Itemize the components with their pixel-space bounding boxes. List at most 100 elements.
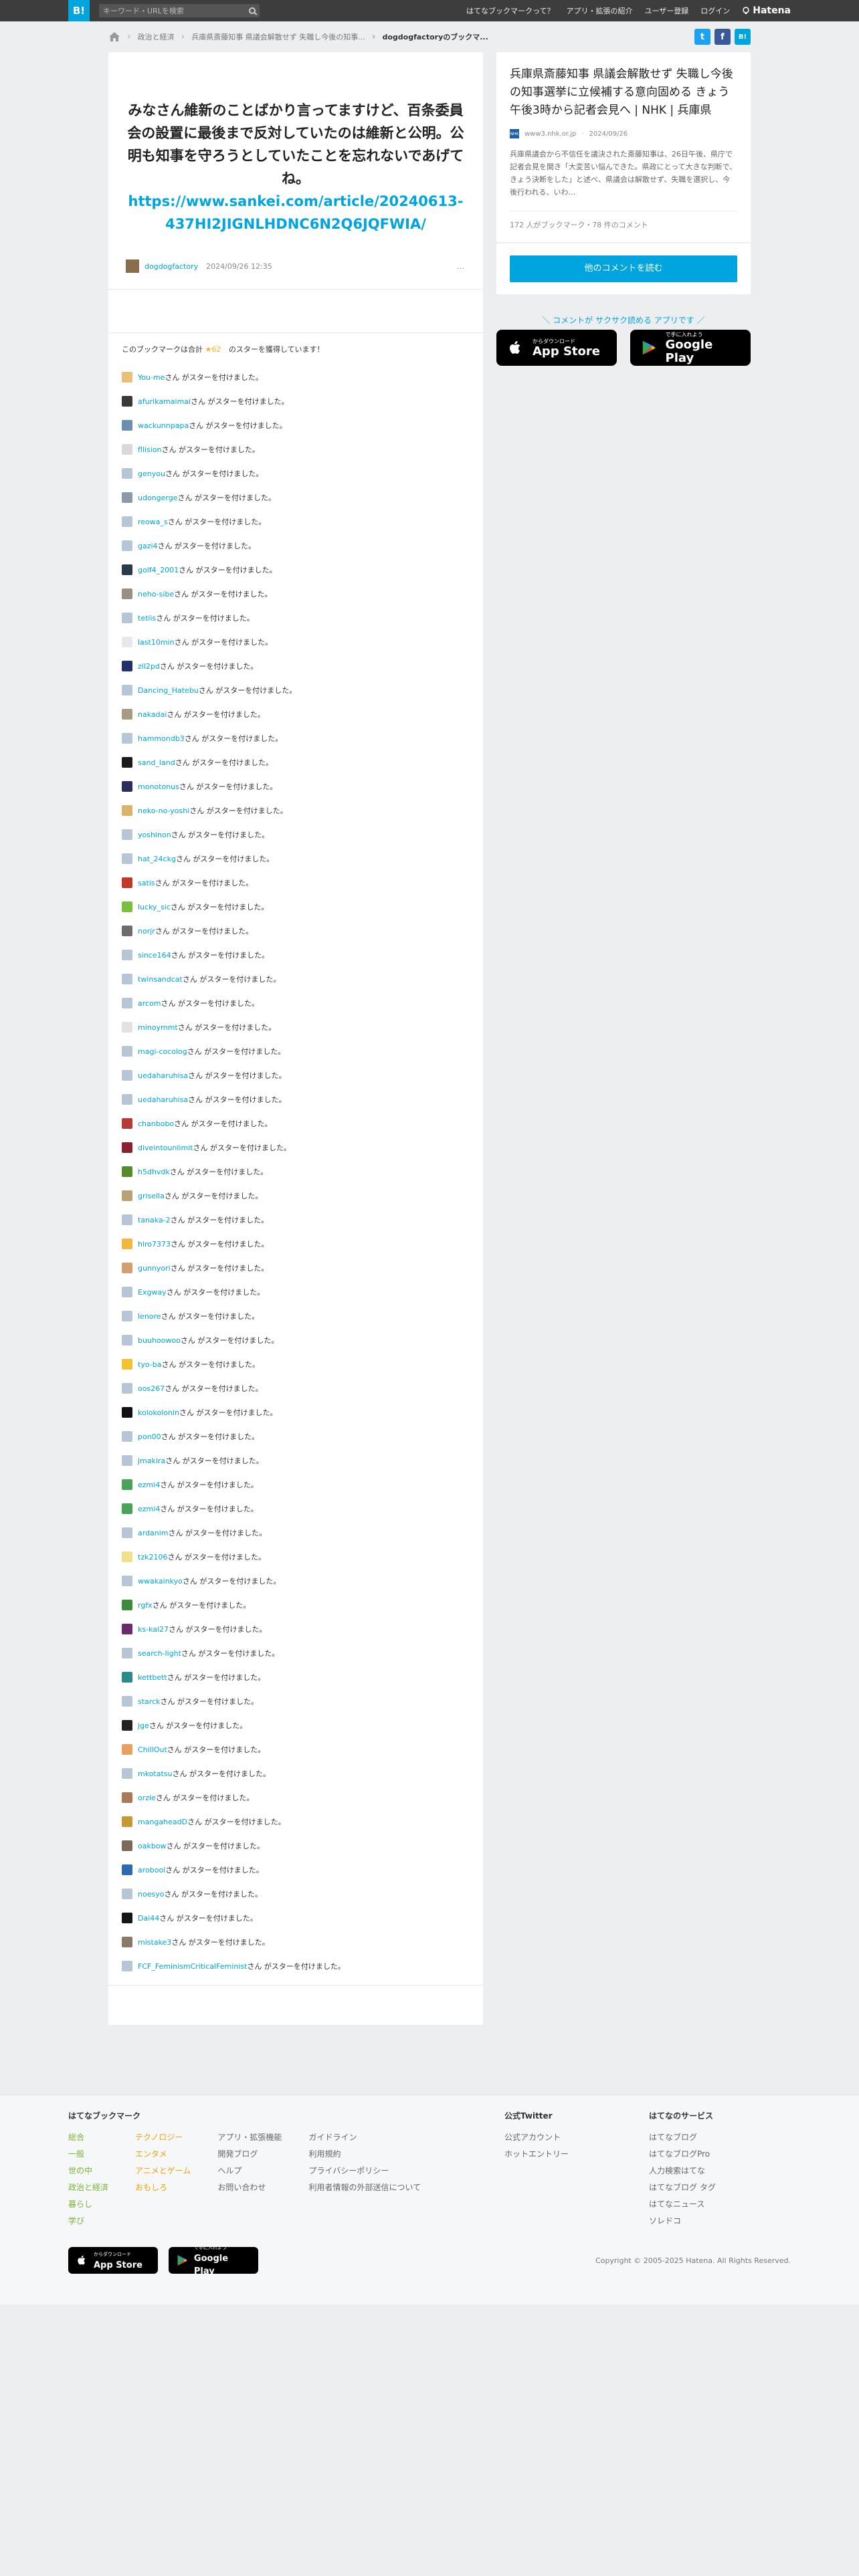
avatar[interactable] (122, 1311, 132, 1321)
avatar[interactable] (122, 1022, 132, 1033)
footer-link[interactable]: エンタメ (135, 2149, 167, 2159)
star-user-name[interactable]: nakadai (138, 710, 167, 719)
star-user-name[interactable]: arobool (138, 1866, 165, 1874)
footer-link[interactable]: 世の中 (68, 2166, 92, 2175)
avatar[interactable] (122, 1937, 132, 1947)
star-user-name[interactable]: mangaheadD (138, 1818, 187, 1826)
star-user-name[interactable]: mkotatsu (138, 1769, 173, 1778)
star-user-name[interactable]: diveintounlimit (138, 1144, 193, 1152)
star-user-name[interactable]: You-me (138, 373, 165, 382)
star-user-name[interactable]: minoymmt (138, 1023, 178, 1032)
avatar[interactable] (122, 1383, 132, 1394)
avatar[interactable] (122, 1889, 132, 1899)
avatar[interactable] (122, 588, 132, 599)
footer-google-play-badge[interactable]: で手に入れよう Google Play (169, 2245, 258, 2276)
entry-title[interactable]: 兵庫県斎藤知事 県議会解散せず 失職し今後の知事選挙に立候補する意向固める きょ… (510, 66, 737, 120)
footer-link[interactable]: ヘルプ (217, 2166, 242, 2175)
star-user-name[interactable]: FCF_FeminismCriticalFeminist (138, 1962, 247, 1971)
avatar[interactable] (122, 1070, 132, 1081)
footer-link[interactable]: お問い合わせ (217, 2183, 266, 2192)
star-user-name[interactable]: noesyo (138, 1890, 164, 1899)
star-user-name[interactable]: tetlis (138, 614, 156, 623)
avatar[interactable] (122, 1792, 132, 1803)
footer-link[interactable]: 暮らし (68, 2199, 92, 2209)
star-user-name[interactable]: Dancing_Hatebu (138, 686, 199, 695)
avatar[interactable] (122, 853, 132, 864)
avatar[interactable] (122, 637, 132, 647)
star-user-name[interactable]: orzie (138, 1794, 156, 1802)
footer-link[interactable]: はてなニュース (649, 2199, 704, 2209)
avatar[interactable] (122, 613, 132, 623)
star-user-name[interactable]: rgfx (138, 1601, 153, 1610)
avatar[interactable] (122, 1431, 132, 1442)
comment-user[interactable]: dogdogfactory (145, 262, 198, 271)
star-user-name[interactable]: kettbett (138, 1673, 167, 1682)
star-user-name[interactable]: wwakainkyo (138, 1577, 183, 1586)
other-comments-button[interactable]: 他のコメントを読む (510, 255, 737, 282)
avatar[interactable] (122, 1840, 132, 1851)
star-user-name[interactable]: twinsandcat (138, 975, 183, 984)
avatar[interactable] (122, 1600, 132, 1610)
avatar[interactable] (122, 1359, 132, 1370)
avatar[interactable] (122, 444, 132, 455)
star-user-name[interactable]: arcom (138, 999, 161, 1008)
star-user-name[interactable]: Exgway (138, 1288, 167, 1297)
star-user-name[interactable]: jmakira (138, 1457, 165, 1465)
star-user-name[interactable]: starck (138, 1697, 160, 1706)
avatar[interactable] (122, 829, 132, 840)
star-user-name[interactable]: search-light (138, 1649, 181, 1658)
star-user-name[interactable]: Dai44 (138, 1914, 159, 1923)
star-user-name[interactable]: chanbobo (138, 1119, 174, 1128)
avatar[interactable] (122, 1551, 132, 1562)
star-user-name[interactable]: tzk2106 (138, 1553, 167, 1562)
star-user-name[interactable]: ardanim (138, 1529, 169, 1537)
footer-link[interactable]: 公式アカウント (504, 2133, 561, 2142)
footer-link[interactable]: ソレドコ (649, 2216, 681, 2226)
star-user-name[interactable]: neho-sibe (138, 590, 174, 599)
star-user-name[interactable]: jge (138, 1721, 149, 1730)
avatar[interactable] (122, 950, 132, 960)
footer-app-store-badge[interactable]: からダウンロード App Store (68, 2247, 158, 2274)
star-user-name[interactable]: kolokolonin (138, 1408, 179, 1417)
avatar[interactable] (122, 781, 132, 792)
footer-link[interactable]: ホットエントリー (504, 2149, 569, 2159)
avatar[interactable] (122, 492, 132, 503)
avatar[interactable] (122, 564, 132, 575)
avatar[interactable] (122, 1527, 132, 1538)
star-user-name[interactable]: udongerge (138, 494, 178, 502)
star-user-name[interactable]: gunnyori (138, 1264, 171, 1273)
avatar[interactable] (122, 1816, 132, 1827)
star-user-name[interactable]: ezmi4 (138, 1481, 160, 1489)
star-user-name[interactable]: magi-cocolog (138, 1047, 187, 1056)
avatar[interactable] (122, 468, 132, 479)
star-user-name[interactable]: ezmi4 (138, 1505, 160, 1513)
avatar[interactable] (122, 709, 132, 720)
avatar[interactable] (122, 661, 132, 671)
star-user-name[interactable]: tyo-ba (138, 1360, 161, 1369)
avatar[interactable] (122, 1287, 132, 1297)
avatar[interactable] (122, 1696, 132, 1707)
avatar[interactable] (122, 1142, 132, 1153)
star-user-name[interactable]: hiro7373 (138, 1240, 171, 1249)
entry-domain[interactable]: www3.nhk.or.jp (524, 130, 576, 138)
avatar[interactable] (122, 1166, 132, 1177)
avatar[interactable] (122, 1864, 132, 1875)
avatar[interactable] (122, 974, 132, 984)
avatar[interactable] (122, 1744, 132, 1755)
avatar[interactable] (122, 540, 132, 551)
avatar[interactable] (122, 1768, 132, 1779)
footer-link[interactable]: アプリ・拡張機能 (217, 2133, 282, 2142)
search-input[interactable] (103, 6, 249, 15)
star-user-name[interactable]: lucky_sic (138, 903, 171, 911)
star-user-name[interactable]: hammondb3 (138, 734, 185, 743)
home-icon[interactable] (108, 31, 120, 42)
avatar[interactable] (122, 396, 132, 407)
about-link[interactable]: はてなブックマークって？ (466, 5, 554, 16)
footer-link[interactable]: ガイドライン (308, 2133, 357, 2142)
register-link[interactable]: ユーザー登録 (644, 5, 688, 16)
star-user-name[interactable]: reowa_s (138, 518, 168, 526)
avatar[interactable] (122, 926, 132, 936)
avatar[interactable] (122, 998, 132, 1008)
footer-link[interactable]: 利用者情報の外部送信について (308, 2183, 421, 2192)
footer-link[interactable]: プライバシーポリシー (308, 2166, 389, 2175)
